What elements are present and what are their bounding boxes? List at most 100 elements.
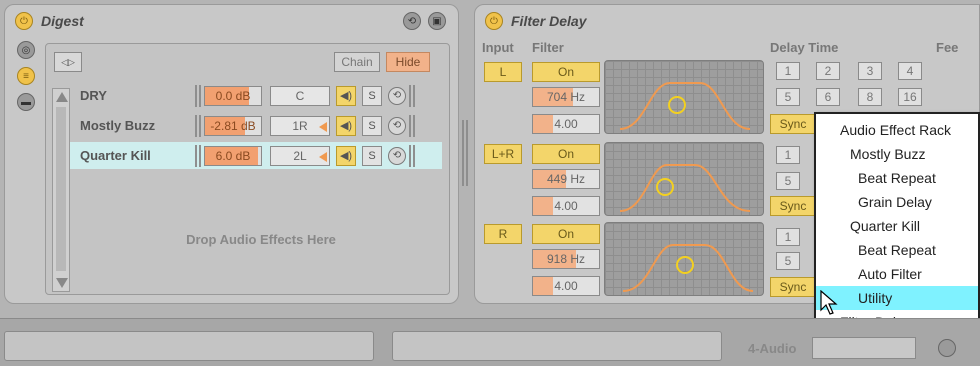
filter-on-button[interactable]: On — [532, 62, 600, 82]
delay-time-1[interactable]: 1 — [776, 228, 800, 246]
filter-frequency[interactable]: 449 Hz — [532, 169, 600, 189]
scroll-thumb[interactable] — [56, 107, 66, 271]
drop-hint: Drop Audio Effects Here — [186, 232, 336, 247]
menu-item-mostly-buzz[interactable]: Mostly Buzz — [816, 142, 978, 166]
hot-swap-icon[interactable]: ⟲ — [388, 86, 406, 105]
speaker-icon[interactable]: ◀) — [336, 145, 356, 166]
chain-name: Quarter Kill — [80, 148, 151, 163]
input-label: Input — [482, 40, 514, 55]
drag-grip-icon[interactable] — [409, 84, 415, 107]
chain-list-toggle-icon[interactable]: ≡ — [17, 67, 35, 85]
solo-button[interactable]: S — [362, 115, 382, 136]
delay-time-3[interactable]: 3 — [858, 62, 882, 80]
chain-activator-button[interactable]: ◁▷ — [54, 52, 82, 72]
menu-item-auto-filter[interactable]: Auto Filter — [816, 262, 978, 286]
chain-volume[interactable]: -2.81 dB — [204, 115, 262, 136]
menu-item-grain-delay[interactable]: Grain Delay — [816, 190, 978, 214]
drag-grip-icon[interactable] — [195, 144, 201, 167]
chain-list-area: ◁▷ Chain Hide Drop Audio Effects Here — [45, 43, 450, 295]
filter-graph-l[interactable] — [604, 60, 764, 134]
input-r-button[interactable]: R — [484, 224, 522, 244]
drag-grip-icon[interactable] — [195, 84, 201, 107]
hide-button[interactable]: Hide — [386, 52, 430, 72]
delay-time-label: Delay Time — [770, 40, 839, 55]
macro-toggle-icon[interactable]: ◎ — [17, 41, 35, 59]
chain-row-quarter-kill[interactable]: Quarter Kill 6.0 dB 2L ◀) S ⟲ — [70, 142, 442, 169]
menu-item-utility[interactable]: Utility — [816, 286, 978, 310]
devices-toggle-icon[interactable]: ▬ — [17, 93, 35, 111]
filter-graph-lr[interactable] — [604, 142, 764, 216]
sync-button[interactable]: Sync — [770, 277, 816, 297]
filter-frequency[interactable]: 704 Hz — [532, 87, 600, 107]
delay-time-16[interactable]: 16 — [898, 88, 922, 106]
drag-grip-icon[interactable] — [409, 114, 415, 137]
input-lr-button[interactable]: L+R — [484, 144, 522, 164]
delay-time-4[interactable]: 4 — [898, 62, 922, 80]
chain-pan[interactable]: 1R — [270, 115, 330, 136]
filter-curve-icon — [619, 82, 751, 130]
mouse-cursor-icon — [820, 290, 838, 315]
track-activator-icon[interactable] — [938, 339, 956, 357]
chain-name: DRY — [80, 88, 107, 103]
menu-item-beat-repeat[interactable]: Beat Repeat — [816, 238, 978, 262]
menu-item-beat-repeat[interactable]: Beat Repeat — [816, 166, 978, 190]
delay-time-5[interactable]: 5 — [776, 88, 800, 106]
filter-on-button[interactable]: On — [532, 224, 600, 244]
menu-item-quarter-kill[interactable]: Quarter Kill — [816, 214, 978, 238]
panel-splitter[interactable] — [462, 120, 468, 186]
chain-name: Mostly Buzz — [80, 118, 156, 133]
bottom-clip-bar: 4-Audio — [0, 318, 980, 366]
filter-label: Filter — [532, 40, 564, 55]
delay-time-1[interactable]: 1 — [776, 62, 800, 80]
filter-delay-power-icon[interactable]: ⏻ — [485, 12, 503, 30]
menu-item-audio-effect-rack[interactable]: Audio Effect Rack — [816, 118, 978, 142]
filter-q[interactable]: 4.00 — [532, 276, 600, 296]
filter-curve-icon — [622, 244, 754, 292]
chain-row-mostly-buzz[interactable]: Mostly Buzz -2.81 dB 1R ◀) S ⟲ — [70, 112, 442, 139]
chain-pan[interactable]: 2L — [270, 145, 330, 166]
chain-volume[interactable]: 6.0 dB — [204, 145, 262, 166]
device-thumbnails[interactable] — [812, 337, 916, 359]
chain-button[interactable]: Chain — [334, 52, 380, 72]
save-preset-icon[interactable]: ▣ — [428, 12, 446, 30]
hot-swap-icon[interactable]: ⟲ — [388, 146, 406, 165]
clip-slot-left[interactable] — [4, 331, 374, 361]
sync-button[interactable]: Sync — [770, 114, 816, 134]
speaker-icon[interactable]: ◀) — [336, 115, 356, 136]
digest-power-icon[interactable]: ⏻ — [15, 12, 33, 30]
chain-pan[interactable]: C — [270, 85, 330, 106]
solo-button[interactable]: S — [362, 145, 382, 166]
delay-time-5[interactable]: 5 — [776, 172, 800, 190]
filter-graph-r[interactable] — [604, 222, 764, 296]
device-context-menu: Audio Effect Rack Mostly Buzz Beat Repea… — [814, 112, 980, 336]
solo-button[interactable]: S — [362, 85, 382, 106]
hot-swap-icon[interactable]: ⟲ — [388, 116, 406, 135]
chain-volume[interactable]: 0.0 dB — [204, 85, 262, 106]
clip-slot-right[interactable] — [392, 331, 722, 361]
filter-frequency[interactable]: 918 Hz — [532, 249, 600, 269]
delay-time-6[interactable]: 6 — [816, 88, 840, 106]
hot-swap-icon[interactable]: ⟲ — [403, 12, 421, 30]
delay-time-1[interactable]: 1 — [776, 146, 800, 164]
filter-q[interactable]: 4.00 — [532, 114, 600, 134]
filter-curve-icon — [619, 164, 751, 212]
drag-grip-icon[interactable] — [195, 114, 201, 137]
input-l-button[interactable]: L — [484, 62, 522, 82]
delay-time-2[interactable]: 2 — [816, 62, 840, 80]
filter-q[interactable]: 4.00 — [532, 196, 600, 216]
chain-scrollbar[interactable] — [52, 88, 70, 292]
feedback-label: Fee — [936, 40, 959, 55]
filter-delay-title-bar[interactable]: ⏻ Filter Delay — [475, 5, 979, 37]
drag-grip-icon[interactable] — [409, 144, 415, 167]
speaker-icon[interactable]: ◀) — [336, 85, 356, 106]
scroll-up-arrow-icon[interactable] — [56, 92, 68, 102]
digest-title-bar[interactable]: ⏻ Digest ⟲ ▣ — [5, 5, 458, 37]
sync-button[interactable]: Sync — [770, 196, 816, 216]
scroll-down-arrow-icon[interactable] — [56, 278, 68, 288]
filter-on-button[interactable]: On — [532, 144, 600, 164]
delay-time-8[interactable]: 8 — [858, 88, 882, 106]
chain-row-dry[interactable]: DRY 0.0 dB C ◀) S ⟲ — [70, 82, 442, 109]
track-label: 4-Audio — [748, 341, 797, 356]
filter-delay-title: Filter Delay — [511, 13, 587, 29]
delay-time-5[interactable]: 5 — [776, 252, 800, 270]
